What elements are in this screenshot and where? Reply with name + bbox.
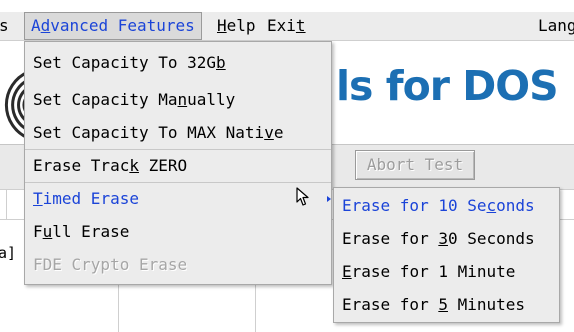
menu-item-set-capacity-manually[interactable]: Set Capacity Manually	[25, 84, 331, 116]
advanced-features-dropdown: Set Capacity To 32Gb Set Capacity Manual…	[24, 41, 332, 285]
column-divider	[6, 189, 7, 219]
menu-item-tools-partial[interactable]: s	[0, 12, 9, 40]
item-label: Erase for	[342, 229, 439, 248]
mnemonic: 3	[438, 229, 448, 248]
item-label: 0 Seconds	[447, 229, 535, 248]
menu-label-part: elp	[226, 16, 256, 35]
item-label: Minutes	[447, 295, 526, 314]
item-label: ll Erase	[52, 222, 130, 241]
menu-label-part: A	[31, 16, 41, 35]
menu-exit[interactable]: Exit	[267, 12, 306, 40]
item-label: FDE Crypto Erase	[33, 255, 188, 274]
abort-test-button[interactable]: Abort Test	[355, 150, 475, 180]
mnemonic: d	[40, 16, 51, 35]
item-label: Set Capacity To MAX Nati	[33, 123, 265, 142]
item-label: e	[273, 123, 284, 142]
item-label: F	[33, 222, 43, 241]
brand-title: ls for DOS	[336, 62, 559, 110]
menu-bar: s Advanced Features Help Exit Lang	[0, 12, 574, 41]
menu-item-erase-30-seconds[interactable]: Erase for 30 Seconds	[334, 222, 559, 255]
menu-item-full-erase[interactable]: Full Erase	[25, 216, 331, 248]
item-label: ually	[187, 90, 236, 109]
item-label: Set Capacity To 32G	[33, 53, 217, 72]
menu-item-set-capacity-32gb[interactable]: Set Capacity To 32Gb	[25, 47, 331, 79]
menu-item-erase-track-zero[interactable]: Erase Track ZERO	[25, 150, 331, 182]
mnemonic: E	[342, 262, 352, 281]
item-label: imed Erase	[42, 189, 139, 208]
menu-label-part: Exi	[267, 16, 296, 35]
mnemonic: k	[129, 156, 139, 175]
arrow-cursor-icon	[296, 187, 309, 206]
mnemonic: T	[33, 189, 43, 208]
item-label: onds	[496, 196, 535, 215]
mnemonic: c	[486, 196, 497, 215]
mnemonic: n	[177, 90, 188, 109]
mnemonic: v	[264, 123, 274, 142]
timed-erase-submenu: Erase for 10 Seconds Erase for 30 Second…	[333, 187, 560, 323]
mnemonic: H	[217, 16, 227, 35]
menu-item-timed-erase[interactable]: Timed Erase	[25, 183, 331, 215]
menu-label-part: vanced Features	[50, 16, 195, 35]
item-label: Set Capacity Ma	[33, 90, 178, 109]
item-label: ZERO	[138, 156, 188, 175]
mnemonic: t	[295, 16, 306, 35]
menu-item-set-capacity-max-native[interactable]: Set Capacity To MAX Native	[25, 117, 331, 149]
menu-item-erase-10-seconds[interactable]: Erase for 10 Seconds	[334, 189, 559, 222]
item-label: Erase for 10 Se	[342, 196, 487, 215]
menu-item-erase-1-minute[interactable]: Erase for 1 Minute	[334, 255, 559, 288]
item-label: Erase for	[342, 295, 439, 314]
menu-language-partial[interactable]: Lang	[538, 12, 574, 40]
menu-help[interactable]: Help	[217, 12, 256, 40]
menu-advanced-features[interactable]: Advanced Features	[24, 12, 202, 40]
triangle-right-icon	[327, 196, 331, 202]
menu-item-erase-5-minutes[interactable]: Erase for 5 Minutes	[334, 288, 559, 321]
item-label: Erase Trac	[33, 156, 130, 175]
mnemonic: u	[42, 222, 53, 241]
mnemonic: b	[216, 53, 226, 72]
item-label: rase for 1 Minute	[351, 262, 516, 281]
mnemonic: 5	[438, 295, 448, 314]
menu-item-fde-crypto-erase: FDE Crypto Erase	[25, 249, 331, 281]
panel-text-partial: a]	[0, 244, 17, 262]
